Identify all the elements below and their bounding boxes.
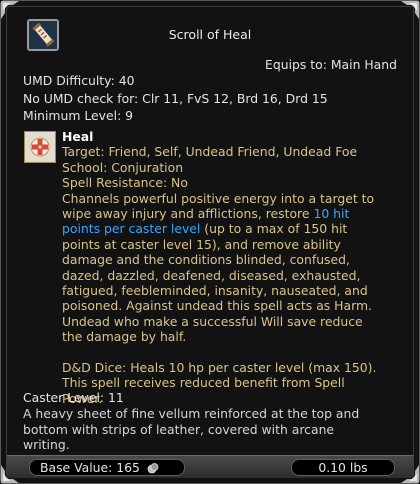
spell-text: wipe away injury and afflictions, restor… <box>62 206 310 222</box>
base-value-pill: Base Value: 165 <box>29 459 185 476</box>
spell-description-line: points at caster level 15), and remove a… <box>62 236 341 252</box>
spell-description-line: poisoned. Against undead this spell acts… <box>62 298 372 314</box>
caster-level: Caster Level: 11 <box>23 390 124 405</box>
description-line: A heavy sheet of fine vellum reinforced … <box>23 406 360 421</box>
spell-description-line: dazed, dazzled, deafened, diseased, exha… <box>62 267 361 283</box>
base-value: Base Value: 165 <box>40 460 140 475</box>
spell-resistance: Spell Resistance: No <box>62 175 188 191</box>
tooltip-footer: Base Value: 165 0.10 lbs <box>7 455 413 478</box>
item-weight: 0.10 lbs <box>318 460 368 475</box>
description-line: bottom with strips of leather, covered w… <box>23 421 335 437</box>
spell-target: Target: Friend, Self, Undead Friend, Und… <box>62 144 358 160</box>
spell-name: Heal <box>62 129 94 144</box>
spell-details: Heal Target: Friend, Self, Undead Friend… <box>62 129 396 406</box>
umd-difficulty: UMD Difficulty: 40 <box>23 73 135 88</box>
spell-text: (up to a max of 150 hit <box>200 221 348 237</box>
item-tooltip-window: Scroll of Heal Equips to: Main Hand UMD … <box>0 0 420 484</box>
coin-icon <box>147 462 159 474</box>
no-umd-check: No UMD check for: Clr 11, FvS 12, Brd 16… <box>23 91 328 106</box>
weight-pill: 0.10 lbs <box>291 459 395 476</box>
spell-school: School: Conjuration <box>62 159 184 175</box>
minimum-level: Minimum Level: 9 <box>23 108 134 123</box>
spell-description-line: Undead who make a successful Will save r… <box>62 313 363 329</box>
item-description: A heavy sheet of fine vellum reinforced … <box>23 406 397 453</box>
spell-description-line: the damage by half. <box>62 329 187 345</box>
spell-description-line: fatigued, feebleminded, insanity, nausea… <box>62 283 368 299</box>
spell-dice-line: This spell receives reduced benefit from… <box>62 375 345 391</box>
equips-to-label: Equips to: Main Hand <box>265 57 397 72</box>
spell-description-line: points per caster level (up to a max of … <box>62 221 396 236</box>
heal-spell-icon <box>24 131 56 163</box>
spell-description-line: Channels powerful positive energy into a… <box>62 190 375 206</box>
spell-highlight: points per caster level <box>62 221 201 237</box>
spell-highlight: 10 hit <box>313 206 350 222</box>
spell-dice-line: D&D Dice: Heals 10 hp per caster level (… <box>62 359 377 375</box>
tooltip-header: Scroll of Heal <box>11 9 409 55</box>
spell-description-line: damage and the conditions blinded, confu… <box>62 252 350 268</box>
description-line: writing. <box>23 437 70 453</box>
spell-description-line: wipe away injury and afflictions, restor… <box>62 206 396 221</box>
item-title: Scroll of Heal <box>168 27 252 42</box>
